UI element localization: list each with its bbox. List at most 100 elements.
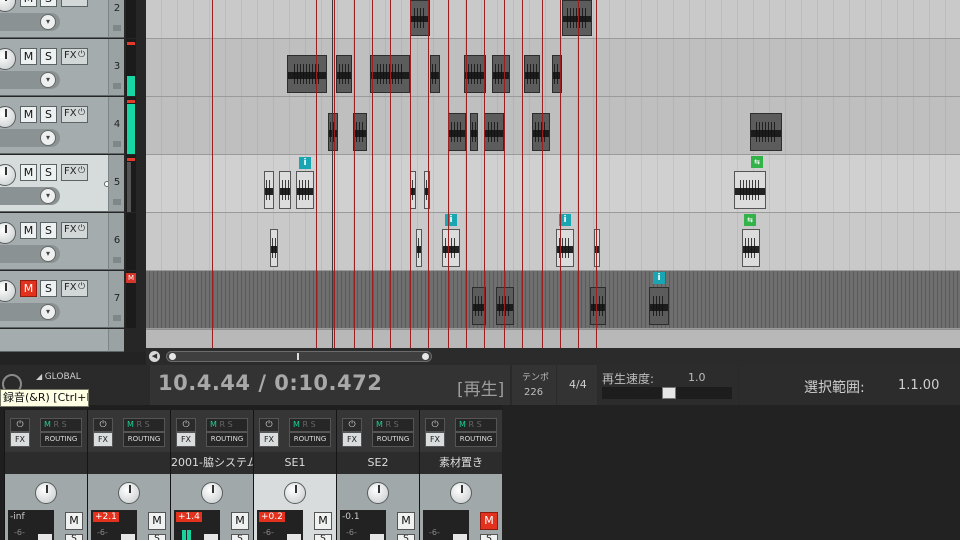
chevron-down-icon[interactable]: ▾	[40, 14, 56, 30]
strip-name[interactable]	[5, 452, 87, 474]
marker-line[interactable]	[448, 0, 449, 348]
media-item[interactable]	[448, 113, 466, 151]
solo-button[interactable]: S	[40, 280, 57, 297]
strip-name[interactable]: 素材置き	[420, 452, 502, 474]
chevron-down-icon[interactable]: ▾	[40, 130, 56, 146]
routing-button[interactable]: ROUTING	[455, 432, 497, 447]
marker-line[interactable]	[316, 0, 317, 348]
marker-line[interactable]	[542, 0, 543, 348]
global-automation-button[interactable]: ◢ GLOBAL	[36, 372, 81, 382]
chevron-down-icon[interactable]: ▾	[40, 304, 56, 320]
media-item[interactable]	[470, 113, 478, 151]
media-item[interactable]	[287, 55, 327, 93]
media-item[interactable]	[296, 171, 314, 209]
playrate-slider[interactable]	[602, 387, 732, 399]
folder-icon[interactable]	[113, 199, 121, 205]
strip-fader[interactable]: -inf -6-	[8, 510, 54, 540]
fader-cap[interactable]	[121, 534, 135, 540]
media-item[interactable]	[742, 229, 760, 267]
fx-power-icon[interactable]: ⏻	[10, 418, 30, 432]
mute-button[interactable]: M	[20, 280, 37, 297]
media-item[interactable]	[594, 229, 600, 267]
horizontal-scrollbar[interactable]: ◀	[146, 348, 960, 365]
marker-line[interactable]	[484, 0, 485, 348]
fx-power-icon[interactable]: ⏻	[342, 418, 362, 432]
media-item[interactable]	[416, 229, 422, 267]
media-item[interactable]	[556, 229, 574, 267]
selection-value[interactable]: 1.1.00	[898, 378, 939, 393]
marker-line[interactable]	[334, 0, 335, 348]
marker-line[interactable]	[410, 0, 411, 348]
folder-icon[interactable]	[113, 257, 121, 263]
strip-fx-button[interactable]: FX	[93, 432, 113, 447]
strip-solo-button[interactable]: S	[231, 534, 249, 540]
media-item[interactable]	[590, 287, 606, 325]
marker-line[interactable]	[372, 0, 373, 348]
item-info-icon[interactable]: i	[299, 157, 311, 169]
mixer-strip[interactable]: ⏻ FX M R S ROUTING -inf -6- M S	[4, 410, 87, 540]
track-fader[interactable]: ▾	[0, 129, 60, 147]
volume-knob[interactable]	[0, 0, 16, 12]
media-item[interactable]	[430, 55, 440, 93]
strip-volume[interactable]: +2.1	[93, 512, 119, 522]
mute-button[interactable]: M	[20, 106, 37, 123]
strip-fx-button[interactable]: FX	[259, 432, 279, 447]
strip-name[interactable]: SE2	[337, 452, 419, 474]
mute-button[interactable]: M	[20, 48, 37, 65]
scroll-left-icon[interactable]: ◀	[149, 351, 160, 362]
item-info-icon[interactable]: i	[653, 272, 665, 284]
track-lane[interactable]	[146, 271, 960, 329]
fx-bypass-icon[interactable]: ⏻	[78, 50, 85, 60]
track-panel[interactable]: M S FX⏻ ▾	[0, 213, 108, 270]
fader-cap[interactable]	[38, 534, 52, 540]
time-display-box[interactable]: 10.4.44 / 0:10.472 [再生]	[150, 365, 510, 405]
track-panel[interactable]: M S FX⏻ ▾	[0, 97, 108, 154]
strip-fader[interactable]: -0.1 -6-	[340, 510, 386, 540]
track-lane[interactable]	[146, 0, 960, 39]
strip-fx-button[interactable]: FX	[176, 432, 196, 447]
solo-button[interactable]: S	[40, 164, 57, 181]
marker-line[interactable]	[504, 0, 505, 348]
volume-knob[interactable]	[0, 164, 16, 186]
track-row-2[interactable]: M S FX⏻ ▾ 2	[0, 0, 146, 39]
strip-fx-button[interactable]: FX	[342, 432, 362, 447]
track-fader[interactable]: ▾	[0, 187, 60, 205]
mixer-strip[interactable]: ⏻ FX M R S ROUTING SE1 +0.2 -6- M S	[253, 410, 336, 540]
strip-fader[interactable]: +1.4	[174, 510, 220, 540]
playrate-slider-thumb[interactable]	[662, 387, 676, 399]
marker-line[interactable]	[466, 0, 467, 348]
folder-icon[interactable]	[113, 83, 121, 89]
fx-bypass-icon[interactable]: ⏻	[78, 282, 85, 292]
strip-name[interactable]	[88, 452, 170, 474]
tempo-box[interactable]: テンポ 226	[512, 365, 556, 405]
strip-mute-button[interactable]: M	[231, 512, 249, 530]
mixer-strip[interactable]: ⏻ FX M R S ROUTING 素材置き M -6- M S	[419, 410, 502, 540]
media-item[interactable]	[464, 55, 486, 93]
strip-name[interactable]: 2001-脇システム	[171, 452, 253, 474]
arrange-view[interactable]: i ⇆ i i ⇆ i	[146, 0, 960, 348]
solo-button[interactable]: S	[40, 106, 57, 123]
marker-line[interactable]	[522, 0, 523, 348]
media-item[interactable]	[424, 171, 430, 209]
marker-line[interactable]	[428, 0, 429, 348]
mixer-strip[interactable]: ⏻ FX M R S ROUTING 2001-脇システム +1.4 M S	[170, 410, 253, 540]
solo-button[interactable]: S	[40, 222, 57, 239]
strip-fader[interactable]: +0.2 -6-	[257, 510, 303, 540]
fx-bypass-icon[interactable]: ⏻	[78, 0, 85, 2]
strip-solo-button[interactable]: S	[65, 534, 83, 540]
media-item[interactable]	[270, 229, 278, 267]
strip-solo-button[interactable]: S	[314, 534, 332, 540]
marker-line[interactable]	[354, 0, 355, 348]
fx-button[interactable]: FX⏻	[61, 0, 88, 7]
pan-knob[interactable]	[450, 482, 472, 504]
folder-icon[interactable]	[113, 141, 121, 147]
empty-lane[interactable]	[146, 330, 960, 348]
track-row-7[interactable]: M S FX ⏻ ▾ 7 M	[0, 271, 146, 329]
media-item[interactable]	[336, 55, 352, 93]
strip-mute-button[interactable]: M	[480, 512, 498, 530]
strip-mute-button[interactable]: M	[148, 512, 166, 530]
media-item[interactable]	[734, 171, 766, 209]
mixer-strip[interactable]: ⏻ FX M R S ROUTING SE2 -0.1 -6- M S	[336, 410, 419, 540]
fx-button[interactable]: FX⏻	[61, 164, 88, 181]
fader-cap[interactable]	[287, 534, 301, 540]
